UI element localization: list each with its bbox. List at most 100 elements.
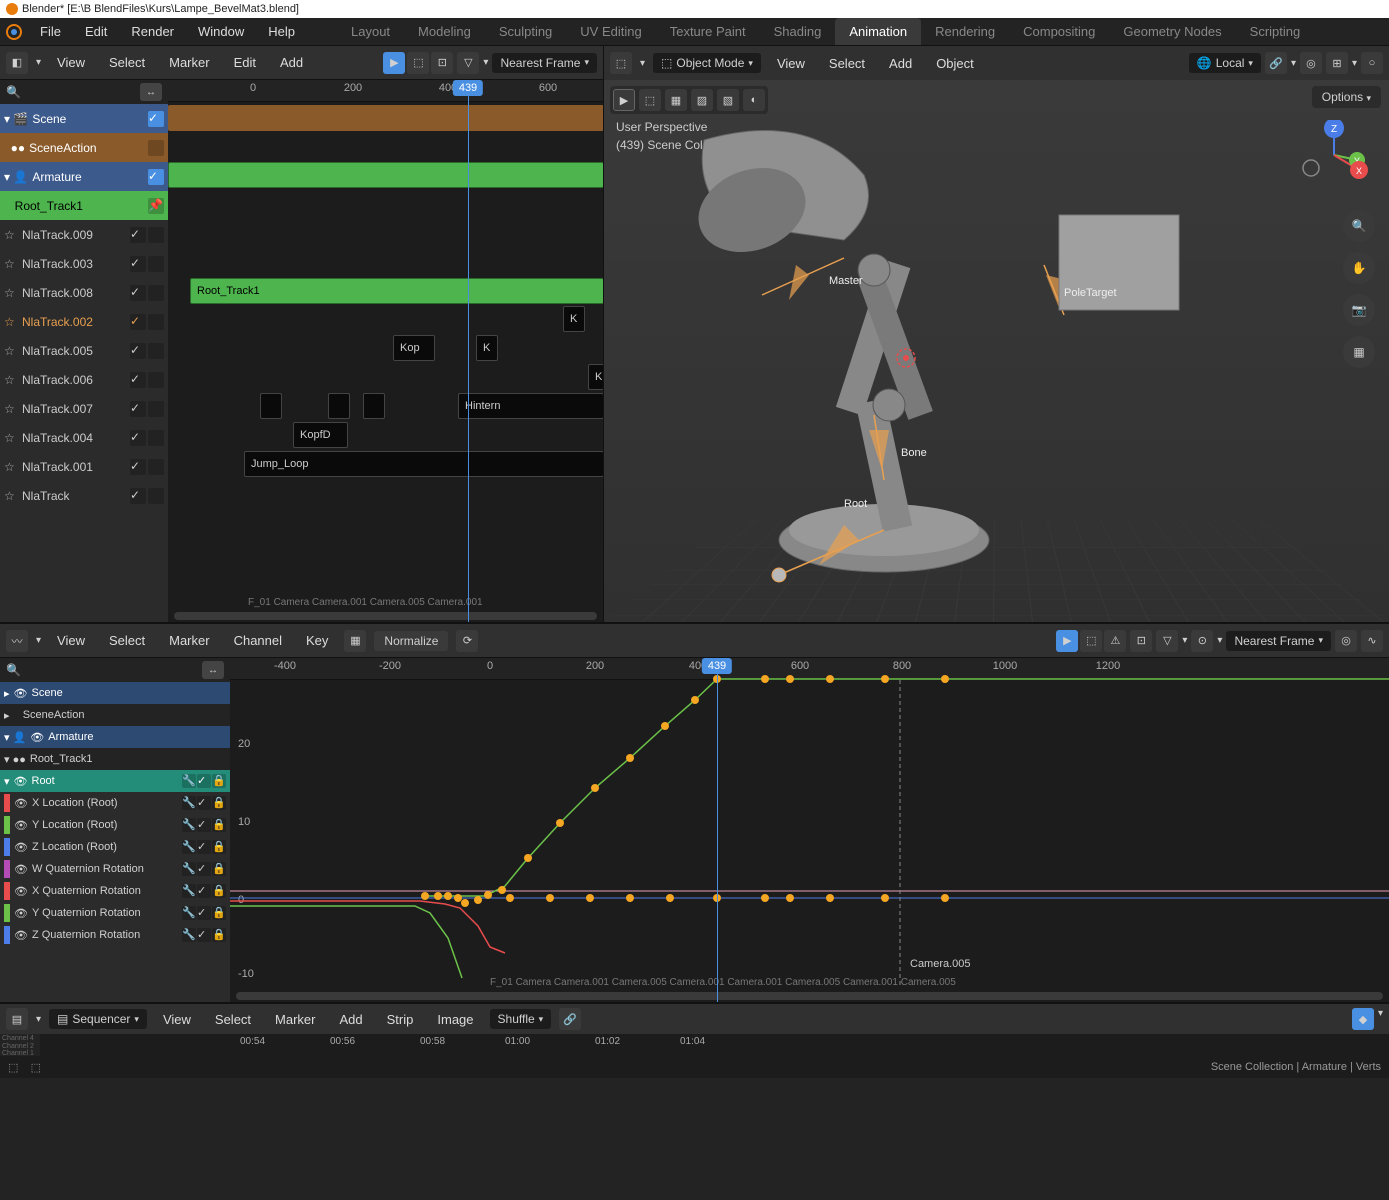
strip-k2[interactable]: K [563, 306, 585, 332]
vp-add[interactable]: Add [881, 53, 920, 74]
ge-autokey-icon[interactable]: ∿ [1361, 630, 1383, 652]
strip-jumploop[interactable]: Jump_Loop [244, 451, 603, 477]
ge-row-root[interactable]: ▾ 👁 Root🔧✓🔒 [0, 770, 230, 792]
nla-timeline[interactable]: 0 200 400 600 439 Root_Track1 K Kop K K [168, 80, 603, 622]
normalize-button[interactable]: Normalize [374, 631, 448, 651]
ge-channel-wquat[interactable]: 👁 W Quaternion Rotation🔧✓🔒 [0, 858, 230, 880]
ge-playhead[interactable] [717, 658, 718, 1002]
seq-snap-icon[interactable]: 🔗 [559, 1008, 581, 1030]
ge-channel-xquat[interactable]: 👁 X Quaternion Rotation🔧✓🔒 [0, 880, 230, 902]
nla-row-sceneaction[interactable]: ●● SceneAction [0, 133, 168, 162]
ge-marker[interactable]: Marker [161, 630, 217, 651]
menu-help[interactable]: Help [256, 19, 307, 44]
ge-channel-yloc[interactable]: 👁 Y Location (Root)🔧✓🔒 [0, 814, 230, 836]
ge-view[interactable]: View [49, 630, 93, 651]
editor-type-icon[interactable]: 〰 [6, 630, 28, 652]
seq-view[interactable]: View [155, 1009, 199, 1030]
ge-channel-xloc[interactable]: 👁 X Location (Root)🔧✓🔒 [0, 792, 230, 814]
camera-icon[interactable]: 📷 [1343, 294, 1375, 326]
shading-material-icon[interactable]: ▧ [717, 89, 739, 111]
strip-k3[interactable]: K [476, 335, 498, 361]
strip-hintern[interactable]: Hintern [458, 393, 603, 419]
tab-sculpting[interactable]: Sculpting [485, 18, 566, 45]
ge-pivot-icon[interactable]: ⊙ [1191, 630, 1213, 652]
nla-row-track001[interactable]: ☆NlaTrack.001✓ [0, 452, 168, 481]
tab-modeling[interactable]: Modeling [404, 18, 485, 45]
expand-arrows-icon[interactable]: ↔ [202, 661, 224, 679]
tab-scripting[interactable]: Scripting [1236, 18, 1315, 45]
menu-render[interactable]: Render [119, 19, 186, 44]
strip-block3[interactable] [363, 393, 385, 419]
graph-canvas[interactable]: -400 -200 0 200 400 600 800 1000 1200 43… [230, 658, 1389, 1002]
strip-k4[interactable]: K [588, 364, 603, 390]
nla-row-track005[interactable]: ☆NlaTrack.005✓ [0, 336, 168, 365]
ge-key[interactable]: Key [298, 630, 336, 651]
playhead[interactable] [468, 80, 469, 622]
ge-channel[interactable]: Channel [226, 630, 290, 651]
nla-scrollbar[interactable] [174, 612, 597, 620]
nla-row-armature[interactable]: ▾ 👤 Armature✓ [0, 162, 168, 191]
nla-row-track004[interactable]: ☆NlaTrack.004✓ [0, 423, 168, 452]
select-box-icon[interactable]: ⬚ [639, 89, 661, 111]
filter-icon[interactable]: ▽ [457, 52, 479, 74]
vp-view[interactable]: View [769, 53, 813, 74]
cursor-tool-icon[interactable]: ▶ [613, 89, 635, 111]
strip-block2[interactable] [328, 393, 350, 419]
strip-kopfd[interactable]: KopfD [293, 422, 348, 448]
ge-proportional-icon[interactable]: ◎ [1335, 630, 1357, 652]
nla-row-track006[interactable]: ☆NlaTrack.006✓ [0, 365, 168, 394]
axis-gizmo[interactable]: Z Y X [1299, 120, 1369, 190]
tab-shading[interactable]: Shading [760, 18, 836, 45]
playhead-marker[interactable]: 439 [453, 80, 483, 96]
nla-add[interactable]: Add [272, 52, 311, 73]
ge-snap-icon[interactable]: ⊡ [1130, 630, 1152, 652]
app-icon[interactable] [0, 18, 28, 46]
nla-search[interactable]: 🔍 ↔ [0, 80, 168, 104]
shuffle-mode[interactable]: Shuffle ▾ [490, 1009, 552, 1029]
orientation[interactable]: 🌐 Local ▾ [1189, 53, 1261, 73]
nla-row-track008[interactable]: ☆NlaTrack.008✓ [0, 278, 168, 307]
ge-channel-yquat[interactable]: 👁 Y Quaternion Rotation🔧✓🔒 [0, 902, 230, 924]
ge-channel-zloc[interactable]: 👁 Z Location (Root)🔧✓🔒 [0, 836, 230, 858]
autoupdate-icon[interactable]: ⟳ [456, 630, 478, 652]
nla-row-track007[interactable]: ☆NlaTrack.007✓ [0, 394, 168, 423]
editor-type-icon[interactable]: ▤ [6, 1008, 28, 1030]
nla-edit[interactable]: Edit [226, 52, 264, 73]
nla-row-track009[interactable]: ☆NlaTrack.009✓ [0, 220, 168, 249]
ge-select-tools[interactable]: ▶ ⬚ ⚠ [1056, 630, 1126, 652]
vp-object[interactable]: Object [928, 53, 982, 74]
tab-uvediting[interactable]: UV Editing [566, 18, 655, 45]
tab-animation[interactable]: Animation [835, 18, 921, 45]
shading-wireframe-icon[interactable]: ▦ [665, 89, 687, 111]
seq-image[interactable]: Image [429, 1009, 481, 1030]
vp-options[interactable]: Options ▾ [1312, 86, 1381, 108]
vp-select[interactable]: Select [821, 53, 873, 74]
perspective-icon[interactable]: ▦ [1343, 336, 1375, 368]
seq-display-icon[interactable]: ◆ [1352, 1008, 1374, 1030]
zoom-icon[interactable]: 🔍 [1343, 210, 1375, 242]
ghost-icon[interactable]: ▦ [344, 630, 366, 652]
strip-block1[interactable] [260, 393, 282, 419]
expand-arrows-icon[interactable]: ↔ [140, 83, 162, 101]
seq-select[interactable]: Select [207, 1009, 259, 1030]
tab-layout[interactable]: Layout [337, 18, 404, 45]
nla-select[interactable]: Select [101, 52, 153, 73]
snap-icon[interactable]: 🔗 [1265, 52, 1287, 74]
proportional-icon[interactable]: ◎ [1300, 52, 1322, 74]
ge-filter-icon[interactable]: ▽ [1156, 630, 1178, 652]
tab-texturepaint[interactable]: Texture Paint [656, 18, 760, 45]
ge-row-scene[interactable]: ▸ 👁 Scene [0, 682, 230, 704]
nla-row-nlatrack[interactable]: ☆NlaTrack✓ [0, 481, 168, 510]
ge-search[interactable]: 🔍 ↔ [0, 658, 230, 682]
nla-marker[interactable]: Marker [161, 52, 217, 73]
strip-kop[interactable]: Kop [393, 335, 435, 361]
ge-playhead-marker[interactable]: 439 [702, 658, 732, 674]
strip-roottrack-top[interactable] [168, 162, 603, 188]
seq-marker[interactable]: Marker [267, 1009, 323, 1030]
shading-icon[interactable]: ○ [1361, 52, 1383, 74]
nla-row-scene[interactable]: ▾ 🎬 Scene✓ [0, 104, 168, 133]
strip-roottrack-mid[interactable]: Root_Track1 [190, 278, 603, 304]
ge-row-roottrack[interactable]: ▾ ●● Root_Track1 [0, 748, 230, 770]
select-tools[interactable]: ▶ ⬚ ⊡ [383, 52, 453, 74]
ge-channel-zquat[interactable]: 👁 Z Quaternion Rotation🔧✓🔒 [0, 924, 230, 946]
